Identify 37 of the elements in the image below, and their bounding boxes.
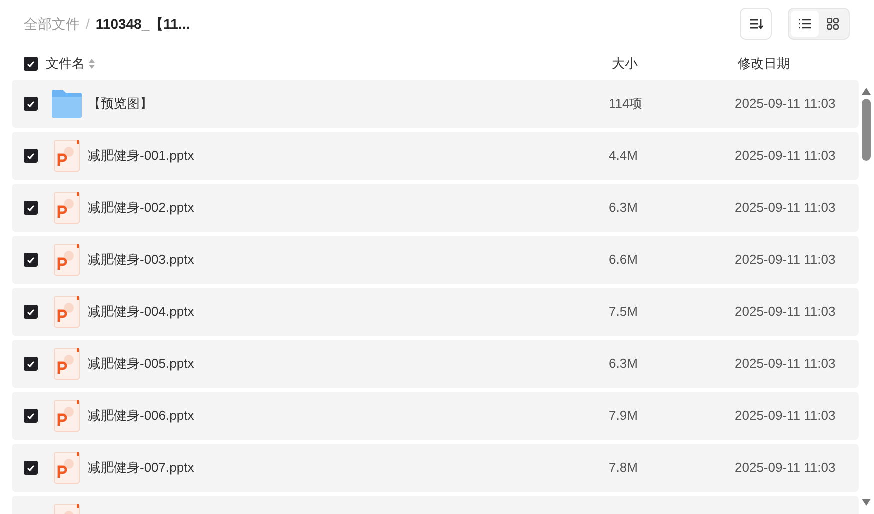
file-name: 【预览图】 <box>88 95 154 114</box>
file-size: 7.5M <box>609 303 639 322</box>
file-size: 4.4M <box>609 147 639 166</box>
file-row[interactable]: 减肥健身-003.pptx 6.6M 2025-09-11 11:03 <box>12 236 859 284</box>
breadcrumb-current: 110348_【11... <box>96 14 190 34</box>
modified-date: 2025-09-11 11:03 <box>735 147 837 166</box>
date-column-header: 修改日期 <box>738 55 791 74</box>
modified-date: 2025-09-11 11:03 <box>735 459 837 478</box>
file-row[interactable]: 减肥健身-005.pptx 6.3M 2025-09-11 11:03 <box>12 340 859 388</box>
modified-date: 2025-09-11 11:03 <box>735 303 837 322</box>
file-size: 7.9M <box>609 407 639 426</box>
file-name: 减肥健身-002.pptx <box>88 199 196 218</box>
file-row[interactable]: 减肥健身-007.pptx 7.8M 2025-09-11 11:03 <box>12 444 859 492</box>
file-row[interactable]: 减肥健身-001.pptx 4.4M 2025-09-11 11:03 <box>12 132 859 180</box>
file-name: 减肥健身-003.pptx <box>88 251 196 270</box>
file-name: 减肥健身-001.pptx <box>88 147 196 166</box>
file-size: 6.3M <box>609 355 639 374</box>
file-size: 114项 <box>609 95 644 114</box>
file-row[interactable]: 减肥健身-002.pptx 6.3M 2025-09-11 11:03 <box>12 184 859 232</box>
file-size: 6.6M <box>609 251 639 270</box>
file-name: 减肥健身-006.pptx <box>88 407 196 426</box>
file-name: 减肥健身-005.pptx <box>88 355 196 374</box>
file-row[interactable]: 减肥健身-004.pptx 7.5M 2025-09-11 11:03 <box>12 288 859 336</box>
file-row[interactable]: 【预览图】 114项 2025-09-11 11:03 <box>12 80 859 128</box>
modified-date: 2025-09-11 11:03 <box>735 355 837 374</box>
file-size: 6.3M <box>609 199 639 218</box>
breadcrumb-separator: / <box>86 14 90 34</box>
name-column-header[interactable]: 文件名 <box>46 54 85 74</box>
size-column-header: 大小 <box>612 55 639 74</box>
file-row[interactable]: 减肥健身-006.pptx 7.9M 2025-09-11 11:03 <box>12 392 859 440</box>
file-name: 减肥健身-004.pptx <box>88 303 196 322</box>
file-size: 7.8M <box>609 459 639 478</box>
modified-date: 2025-09-11 11:03 <box>735 251 837 270</box>
modified-date: 2025-09-11 11:03 <box>735 95 837 114</box>
modified-date: 2025-09-11 11:03 <box>735 199 837 218</box>
modified-date: 2025-09-11 11:03 <box>735 407 837 426</box>
file-name: 减肥健身-007.pptx <box>88 459 196 478</box>
